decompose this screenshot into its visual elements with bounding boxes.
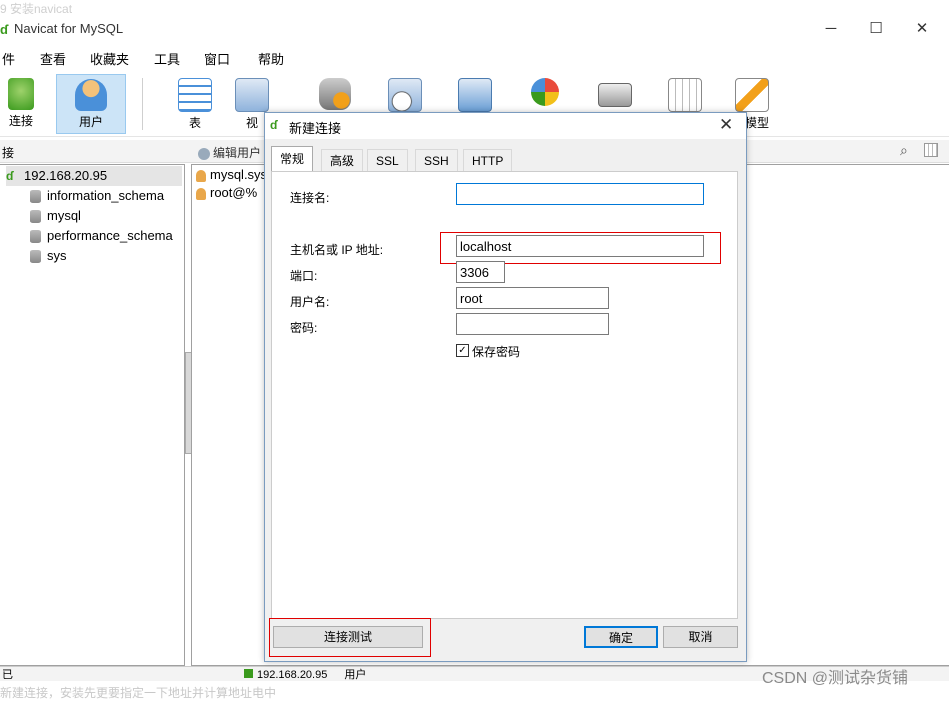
- port-input[interactable]: 3306: [456, 261, 505, 283]
- connection-icon: ɗ: [6, 169, 14, 184]
- edit-user-label: 编辑用户: [213, 146, 262, 160]
- user-icon: [75, 79, 107, 111]
- user-icon: [196, 169, 206, 182]
- event-icon: [388, 78, 422, 112]
- user-list-item[interactable]: mysql.sys: [196, 167, 267, 182]
- tab-general[interactable]: 常规: [271, 146, 314, 173]
- close-button[interactable]: ✕: [902, 18, 942, 40]
- search-icon[interactable]: ⌕: [900, 142, 908, 159]
- csdn-watermark: CSDN @测试杂货铺: [762, 670, 909, 687]
- tree-db-label: information_schema: [47, 188, 165, 203]
- navicat-logo-icon: ɗ: [0, 22, 8, 37]
- connections-header: 接: [2, 146, 15, 160]
- user-icon: [196, 187, 206, 200]
- save-password-checkbox[interactable]: ✓: [456, 344, 469, 357]
- table-icon: [178, 78, 212, 112]
- status-connection-icon: [244, 669, 253, 678]
- tree-connection-item[interactable]: ɗ 192.168.20.95: [6, 166, 182, 186]
- status-connection-text: 192.168.20.95 用户: [244, 666, 366, 682]
- database-icon: [30, 230, 41, 244]
- window-titlebar: [0, 14, 949, 44]
- username-input[interactable]: root: [456, 287, 609, 309]
- report-icon: [531, 78, 559, 106]
- menu-bar: [0, 46, 949, 68]
- query-icon: [458, 78, 492, 112]
- status-connection-label: 192.168.20.95: [257, 669, 328, 681]
- host-label: 主机名或 IP 地址:: [290, 243, 384, 257]
- tree-db-label: mysql: [47, 208, 81, 223]
- edit-user-icon: [198, 147, 210, 160]
- status-left-text: 已: [2, 669, 13, 681]
- user-list-item[interactable]: root@%: [196, 185, 257, 200]
- new-connection-dialog: ɗ 新建连接 ✕ 常规 高级 SSL SSH HTTP 连接名: 主机名或 IP…: [264, 112, 747, 662]
- window-title: Navicat for MySQL: [14, 21, 124, 36]
- tree-db-label: performance_schema: [47, 228, 173, 243]
- menu-view[interactable]: 查看: [40, 49, 66, 68]
- connect-icon: [8, 78, 34, 110]
- grid-view-icon[interactable]: [924, 143, 938, 157]
- toolbar-user-button[interactable]: 用户: [56, 74, 126, 134]
- user-list-label: root@%: [210, 185, 258, 200]
- menu-favorites[interactable]: 收藏夹: [90, 49, 129, 68]
- menu-tools[interactable]: 工具: [154, 49, 180, 68]
- general-tab-page: 连接名: 主机名或 IP 地址: localhost 端口: 3306 用户名:…: [271, 171, 738, 619]
- tree-db-item[interactable]: information_schema: [30, 186, 164, 206]
- database-icon: [30, 210, 41, 224]
- toolbar-user-label: 用户: [78, 115, 103, 129]
- dialog-title: 新建连接: [289, 121, 342, 136]
- toolbar-connect-button[interactable]: 连接: [0, 74, 42, 132]
- cancel-button[interactable]: 取消: [663, 626, 738, 648]
- backup-icon: [598, 83, 632, 107]
- tab-advanced[interactable]: 高级: [321, 149, 364, 172]
- dialog-app-icon: ɗ: [270, 118, 278, 132]
- view-icon: [235, 78, 269, 112]
- menu-file[interactable]: 件: [2, 49, 15, 68]
- toolbar-table-button[interactable]: 表: [162, 74, 228, 132]
- ok-button[interactable]: 确定: [584, 626, 658, 648]
- tree-connection-label: 192.168.20.95: [24, 168, 108, 183]
- test-connection-button[interactable]: 连接测试: [273, 626, 423, 648]
- username-label: 用户名:: [290, 295, 330, 309]
- tree-db-item[interactable]: performance_schema: [30, 226, 173, 246]
- database-icon: [30, 250, 41, 264]
- database-icon: [30, 190, 41, 204]
- edit-user-button[interactable]: 编辑用户: [198, 144, 261, 161]
- tree-db-item[interactable]: mysql: [30, 206, 81, 226]
- model-icon: [735, 78, 769, 112]
- toolbar-table-label: 表: [188, 116, 201, 130]
- tree-db-item[interactable]: sys: [30, 246, 67, 266]
- tab-ssl[interactable]: SSL: [367, 149, 408, 172]
- tab-http[interactable]: HTTP: [463, 149, 513, 172]
- tree-db-label: sys: [47, 248, 67, 263]
- host-input[interactable]: localhost: [456, 235, 704, 257]
- menu-help[interactable]: 帮助: [258, 49, 284, 68]
- maximize-button[interactable]: ☐: [856, 18, 896, 40]
- function-icon: [319, 78, 351, 110]
- minimize-button[interactable]: ─: [811, 18, 851, 40]
- password-label: 密码:: [290, 321, 318, 335]
- connection-name-input[interactable]: [456, 183, 704, 205]
- password-input[interactable]: [456, 313, 609, 335]
- toolbar-connect-label: 连接: [8, 114, 33, 128]
- port-label: 端口:: [290, 269, 318, 283]
- save-password-label: 保存密码: [472, 345, 521, 359]
- menu-window[interactable]: 窗口: [204, 49, 230, 68]
- toolbar-separator: [142, 78, 143, 130]
- status-user-label: 用户: [344, 669, 367, 681]
- user-list-label: mysql.sys: [210, 167, 268, 182]
- tab-ssh[interactable]: SSH: [415, 149, 458, 172]
- dialog-close-button[interactable]: ✕: [719, 115, 733, 135]
- schedule-icon: [668, 78, 702, 112]
- connection-name-label: 连接名:: [290, 191, 330, 205]
